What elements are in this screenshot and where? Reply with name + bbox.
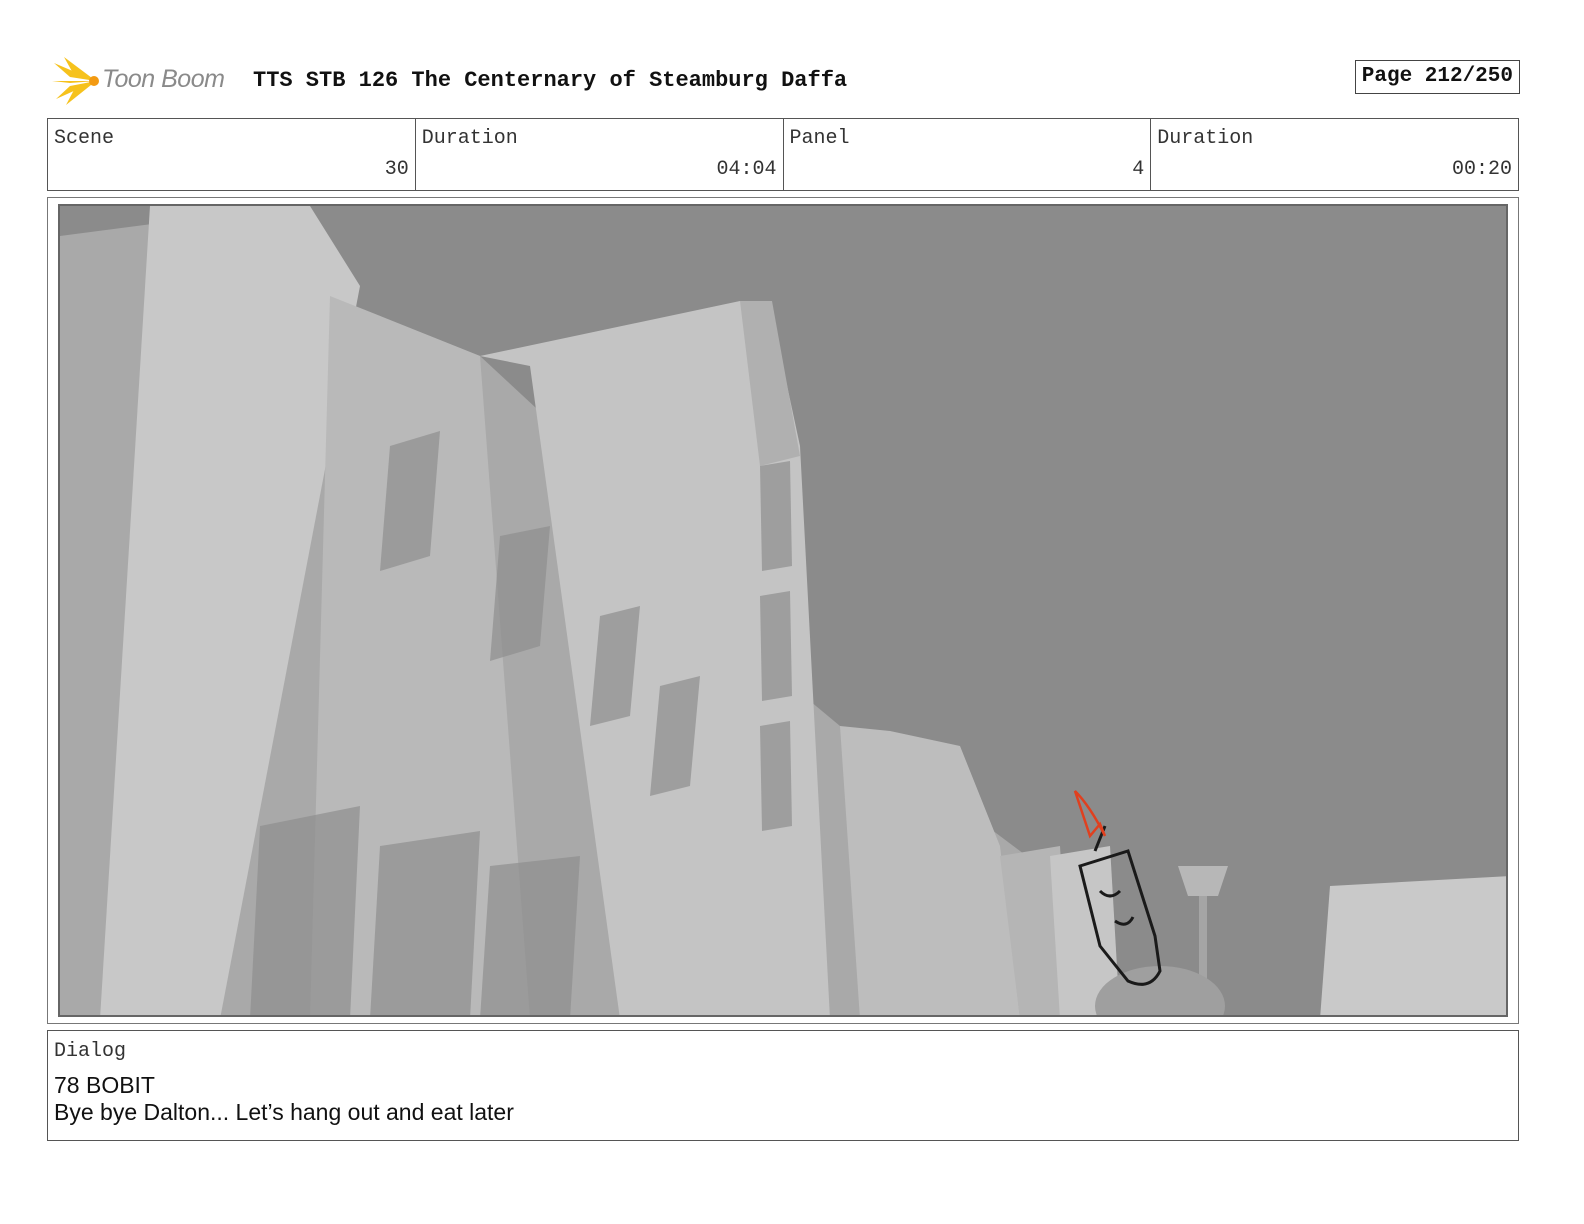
scene-info-table: Scene 30 Duration 04:04 Panel 4 Duration…	[47, 118, 1519, 191]
scene-value: 30	[384, 158, 409, 181]
scene-duration-label: Duration	[421, 127, 518, 150]
logo-text: Toon Boom	[102, 65, 225, 93]
storyboard-panel-image	[58, 204, 1508, 1017]
page-header: Toon Boom TTS STB 126 The Centernary of …	[50, 55, 1520, 107]
street-scene-drawing	[60, 206, 1506, 1015]
panel-duration-cell: Duration 00:20	[1151, 119, 1518, 190]
dialog-text: Bye bye Dalton... Let’s hang out and eat…	[54, 1099, 514, 1125]
panel-label: Panel	[789, 127, 850, 150]
panel-duration-value: 00:20	[1451, 158, 1512, 181]
storyboard-panel-frame	[47, 197, 1519, 1024]
panel-cell: Panel 4	[784, 119, 1152, 190]
scene-cell: Scene 30	[48, 119, 416, 190]
panel-value: 4	[1132, 158, 1145, 181]
document-title: TTS STB 126 The Centernary of Steamburg …	[253, 68, 848, 93]
page-number: Page 212/250	[1354, 60, 1520, 94]
panel-duration-label: Duration	[1157, 127, 1254, 150]
burst-icon	[52, 57, 99, 105]
scene-label: Scene	[54, 127, 115, 150]
dialog-section: Dialog 78 BOBIT Bye bye Dalton... Let’s …	[47, 1030, 1519, 1141]
scene-duration-cell: Duration 04:04	[416, 119, 784, 190]
dialog-speaker: 78 BOBIT	[54, 1072, 155, 1098]
toon-boom-logo: Toon Boom	[50, 55, 240, 107]
scene-duration-value: 04:04	[716, 158, 777, 181]
dialog-label: Dialog	[54, 1040, 127, 1063]
